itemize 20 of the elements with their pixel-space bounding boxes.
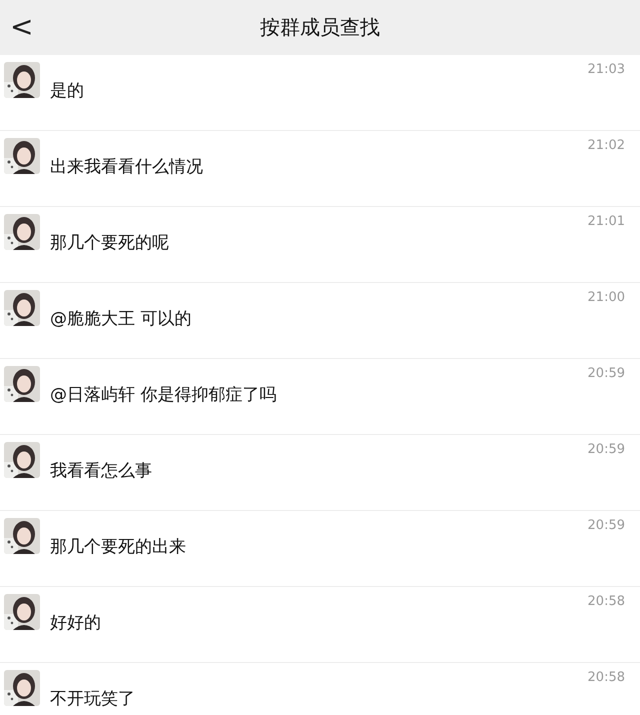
message-time: 21:02 xyxy=(588,138,625,153)
message-time: 21:00 xyxy=(588,290,625,305)
message-text: 我看看怎么事 xyxy=(50,460,153,482)
message-text: 好好的 xyxy=(50,612,102,634)
message-time: 21:01 xyxy=(588,214,625,229)
message-text: 那几个要死的出来 xyxy=(50,536,187,558)
message-time: 20:58 xyxy=(588,594,625,609)
back-button[interactable]: < xyxy=(6,12,38,42)
message-time: 20:59 xyxy=(588,366,625,381)
message-text: 那几个要死的呢 xyxy=(50,232,170,254)
page-title: 按群成员查找 xyxy=(260,14,380,41)
message-text: 是的 xyxy=(50,80,85,102)
message-time: 20:58 xyxy=(588,670,625,685)
message-text: 不开玩笑了 xyxy=(50,688,136,710)
message-text: @脆脆大王 可以的 xyxy=(50,308,192,330)
message-text: @日落屿轩 你是得抑郁症了吗 xyxy=(50,384,278,406)
message-time: 20:59 xyxy=(588,518,625,533)
message-time: 21:03 xyxy=(588,62,625,77)
message-text: 出来我看看什么情况 xyxy=(50,156,204,178)
message-time: 20:59 xyxy=(588,442,625,457)
